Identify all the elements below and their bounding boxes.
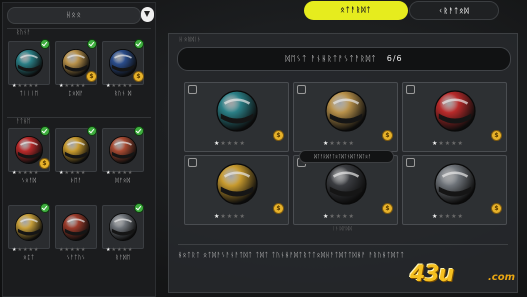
helmet-icon	[14, 212, 44, 242]
slot-corner-icon	[297, 85, 306, 94]
item-image	[212, 159, 262, 213]
item-image	[321, 159, 371, 213]
coin-icon: $	[273, 130, 284, 141]
tab-collection[interactable]: ᛟᛏᚨᚱᛞᛏ	[304, 1, 408, 20]
inventory-item-6[interactable]: ★★★★★ ᛟᛈᛏ	[8, 203, 50, 261]
slot-corner-icon	[406, 158, 415, 167]
inventory-item-7[interactable]: ★★★★★ ᛊᚨᛏᚢᛊ	[55, 205, 97, 261]
inventory-item-1[interactable]: $ ★★★★★ ᛈᛟᛞᚨ	[55, 39, 97, 97]
rating-stars: ★★★★★	[323, 140, 355, 147]
owned-check-icon	[87, 39, 97, 49]
coin-icon: $	[491, 203, 502, 214]
item-name: ᛊᛟᚨᛞ	[21, 178, 37, 184]
helmet-icon	[434, 90, 476, 132]
item-name: ᛏᛁᛁᛁᛖ	[19, 91, 39, 97]
slot-corner-icon	[188, 158, 197, 167]
item-tooltip: ᛞᛏᚨᚱᛞᚨᛏᛟᛏᛞᛏᚾᛞᛏᚨᛞᛏᛟᚨ	[299, 150, 394, 163]
item-image	[212, 86, 262, 140]
rating-stars: ★★★★★	[432, 213, 464, 220]
helmet-icon	[325, 163, 367, 205]
rating-stars: ★★★★★	[106, 83, 134, 89]
item-name: ᛈᛟᛞᚨ	[68, 91, 84, 97]
set-item-4[interactable]: $ ★★★★★	[293, 155, 398, 225]
owned-check-icon	[40, 126, 50, 136]
inventory-item-3[interactable]: $ ★★★★★ ᛊᛟᚨᛞ	[8, 126, 50, 184]
filter-dropdown[interactable]: ᚺᛟᛟ	[7, 7, 141, 24]
item-name: ᚱᚨᛞᛖ	[115, 255, 131, 261]
rating-stars: ★★★★★	[12, 83, 40, 89]
rating-stars: ★★★★★	[12, 247, 40, 253]
slot-corner-icon	[406, 85, 415, 94]
item-name: ᚱᚢᚾ ᛞ	[114, 91, 132, 97]
inventory-side-panel: ᚺᛟᛟ ᚱᚢᚾᚨ ᚨᛏᚺᛖ ★★★★★ ᛏᛁᛁᛁᛖ $ ★★★★★ ᛈᛟᛞᚨ $ ★★★★★…	[2, 2, 156, 297]
inventory-item-2[interactable]: $ ★★★★★ ᚱᚢᚾ ᛞ	[102, 39, 144, 97]
helmet-icon	[216, 90, 258, 132]
coin-icon: $	[382, 130, 393, 141]
set-title: ᛞᛖᛊᛏ ᚨᚾᚺᚱᛏᚨᛊᛏᚨᚱᛞᛏ	[285, 54, 377, 63]
section-header: ᚱᚢᚾᚨ	[7, 28, 151, 37]
item-image	[430, 86, 480, 140]
set-item-3[interactable]: $ ★★★★★	[184, 155, 289, 225]
helmet-icon	[108, 212, 138, 242]
helmet-icon	[216, 163, 258, 205]
owned-check-icon	[87, 126, 97, 136]
owned-check-icon	[40, 203, 50, 213]
rating-stars: ★★★★★	[59, 247, 87, 253]
coin-icon: $	[133, 71, 144, 82]
set-item-5[interactable]: $ ★★★★★	[402, 155, 507, 225]
item-name: ᛊᚨᛏᚢᛊ	[66, 255, 86, 261]
helmet-icon	[14, 48, 44, 78]
coin-icon: $	[86, 71, 97, 82]
helmet-icon	[108, 135, 138, 165]
owned-check-icon	[134, 126, 144, 136]
item-image	[321, 86, 371, 140]
rating-stars: ★★★★★	[12, 170, 40, 176]
coin-icon: $	[273, 203, 284, 214]
rating-stars: ★★★★★	[106, 247, 134, 253]
divider-label: ᛁᚾ ᛞᚨᛞᛞ	[332, 226, 352, 232]
coin-icon: $	[491, 130, 502, 141]
slot-corner-icon	[188, 85, 197, 94]
rating-stars: ★★★★★	[214, 140, 246, 147]
rating-stars: ★★★★★	[106, 170, 134, 176]
item-name: ᛞᚠᛟᛞ	[115, 178, 131, 184]
section-header: ᚨᛏᚺᛖ	[7, 117, 151, 126]
rating-stars: ★★★★★	[432, 140, 464, 147]
set-item-2[interactable]: $ ★★★★★	[402, 82, 507, 152]
site-watermark: 43u .com	[410, 262, 520, 292]
item-frame	[55, 205, 97, 249]
inventory-item-8[interactable]: ★★★★★ ᚱᚨᛞᛖ	[102, 203, 144, 261]
coin-icon: $	[382, 203, 393, 214]
helmet-icon	[325, 90, 367, 132]
helmet-icon	[434, 163, 476, 205]
item-image	[430, 159, 480, 213]
rating-stars: ★★★★★	[214, 213, 246, 220]
rating-stars: ★★★★★	[323, 213, 355, 220]
owned-check-icon	[134, 203, 144, 213]
inventory-item-0[interactable]: ★★★★★ ᛏᛁᛁᛁᛖ	[8, 39, 50, 97]
inventory-item-5[interactable]: ★★★★★ ᛞᚠᛟᛞ	[102, 126, 144, 184]
coin-icon: $	[39, 158, 50, 169]
set-item-0[interactable]: $ ★★★★★	[184, 82, 289, 152]
watermark-text: 43u	[410, 262, 454, 287]
set-item-1[interactable]: $ ★★★★★	[293, 82, 398, 152]
set-count: 6/6	[386, 54, 403, 63]
game-screen: ᚺᛟᛟ ᚱᚢᚾᚨ ᚨᛏᚺᛖ ★★★★★ ᛏᛁᛁᛁᛖ $ ★★★★★ ᛈᛟᛞᚨ $ ★★★★★…	[0, 0, 527, 297]
owned-check-icon	[134, 39, 144, 49]
inventory-item-4[interactable]: ★★★★★ ᚦᛖᚨ	[55, 126, 97, 184]
item-name: ᚦᛖᚨ	[70, 178, 82, 184]
rating-stars: ★★★★★	[59, 170, 87, 176]
owned-check-icon	[40, 39, 50, 49]
panel-header: ᚺ ᛟᚱᛞᛁᚾ	[179, 37, 201, 43]
tab-craft[interactable]: ᚲᚱᚨᛏᛟᛞ	[409, 1, 499, 20]
rating-stars: ★★★★★	[59, 83, 87, 89]
funnel-icon[interactable]	[141, 7, 154, 22]
set-title-bar: ᛞᛖᛊᛏ ᚨᚾᚺᚱᛏᚨᛊᛏᚨᚱᛞᛏ 6/6	[177, 47, 511, 71]
watermark-suffix: .com	[488, 272, 516, 283]
item-name: ᛟᛈᛏ	[23, 255, 35, 261]
helmet-icon	[61, 212, 91, 242]
helmet-icon	[61, 135, 91, 165]
